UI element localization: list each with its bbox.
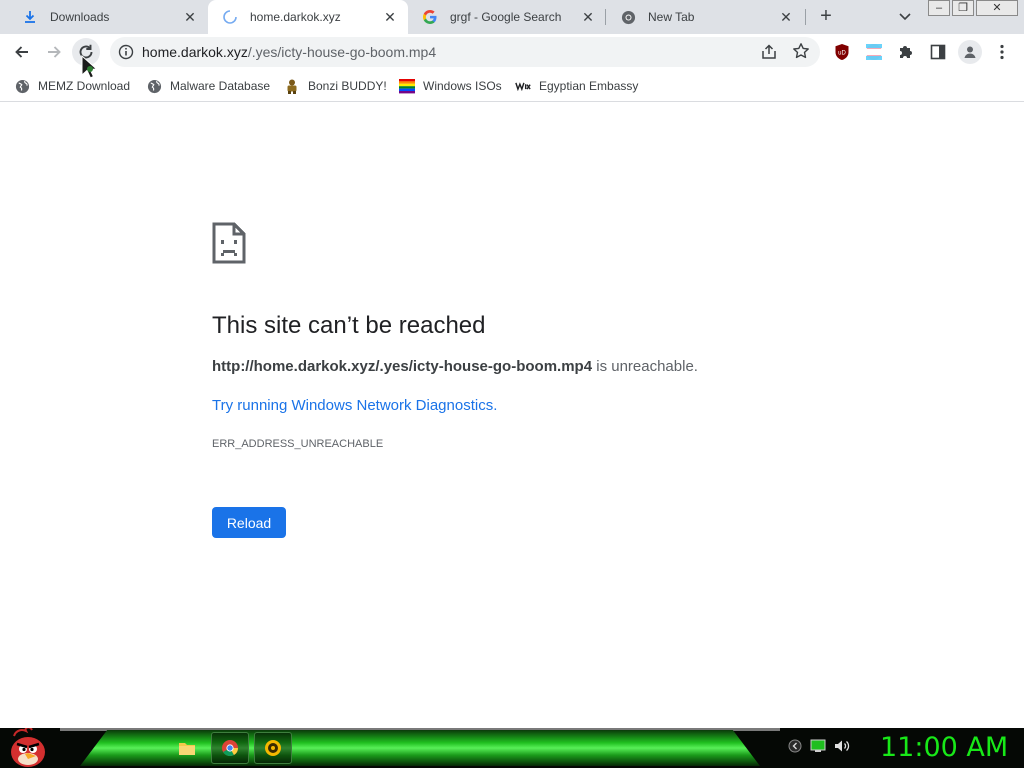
tab-downloads[interactable]: Downloads ✕ [8, 0, 208, 34]
bookmark-star-icon[interactable] [792, 42, 810, 60]
flag-extension-icon[interactable] [864, 42, 884, 62]
tab-close-icon[interactable]: ✕ [182, 9, 198, 25]
window-controls: – ❐ ✕ [928, 0, 1020, 17]
bonzi-icon [284, 78, 300, 94]
tab-title: New Tab [648, 10, 695, 24]
chrome-icon [620, 9, 636, 25]
taskbar-chrome[interactable] [211, 732, 249, 764]
tab-google-search[interactable]: grgf - Google Search ✕ [408, 0, 606, 34]
taskbar: 11:00 AM [0, 728, 1024, 768]
new-tab-button[interactable]: + [815, 6, 837, 28]
error-title: This site can’t be reached [212, 312, 486, 339]
volume-icon[interactable] [834, 739, 850, 758]
toolbar: home.darkok.xyz/.yes/icty-house-go-boom.… [0, 34, 1024, 70]
media-player-icon [265, 740, 281, 756]
error-detail: http://home.darkok.xyz/.yes/icty-house-g… [212, 358, 698, 375]
svg-text:uD: uD [838, 51, 846, 57]
puzzle-icon[interactable] [896, 42, 916, 62]
bookmark-malware-database[interactable]: Malware Database [146, 76, 270, 96]
network-icon[interactable] [810, 739, 826, 758]
minimize-button[interactable]: – [928, 0, 950, 16]
url-text[interactable]: home.darkok.xyz/.yes/icty-house-go-boom.… [142, 44, 436, 60]
tab-title: grgf - Google Search [450, 10, 562, 24]
tab-separator [805, 9, 806, 25]
url-path: /.yes/icty-house-go-boom.mp4 [247, 44, 437, 60]
start-button[interactable] [6, 728, 50, 768]
bookmark-label: Windows ISOs [423, 79, 502, 93]
tray-expand-icon[interactable] [788, 739, 802, 758]
tab-title: home.darkok.xyz [250, 10, 341, 24]
taskbar-file-explorer[interactable] [168, 732, 206, 764]
tab-search-chevron-icon[interactable] [896, 9, 914, 25]
download-icon [22, 9, 38, 25]
taskbar-clock[interactable]: 11:00 AM [880, 732, 1008, 763]
mouse-cursor-icon [80, 54, 104, 82]
error-suffix: is unreachable. [592, 358, 698, 375]
tab-close-icon[interactable]: ✕ [580, 9, 596, 25]
error-code: ERR_ADDRESS_UNREACHABLE [212, 438, 384, 450]
forward-button[interactable] [40, 38, 68, 66]
bookmark-egyptian-embassy[interactable]: Egyptian Embassy [515, 76, 638, 96]
tab-close-icon[interactable]: ✕ [382, 9, 398, 25]
side-panel-icon[interactable] [928, 42, 948, 62]
tab-home-darkok[interactable]: home.darkok.xyz ✕ [208, 0, 408, 34]
close-window-button[interactable]: ✕ [976, 0, 1018, 16]
wix-icon [515, 78, 531, 94]
google-icon [422, 9, 438, 25]
tab-title: Downloads [50, 10, 110, 24]
bookmarks-bar: MEMZ Download Malware Database Bonzi BUD… [0, 70, 1024, 102]
loading-spinner-icon [222, 9, 238, 25]
angry-bird-icon [11, 728, 45, 767]
tab-new-tab[interactable]: New Tab ✕ [606, 0, 804, 34]
file-explorer-icon [179, 743, 195, 755]
network-diagnostics-link[interactable]: Try running Windows Network Diagnostics. [212, 397, 497, 414]
address-bar[interactable]: home.darkok.xyz/.yes/icty-house-go-boom.… [110, 37, 820, 67]
reload-page-button[interactable]: Reload [212, 507, 286, 538]
bookmark-label: Bonzi BUDDY! [308, 79, 387, 93]
forward-arrow-icon [48, 46, 61, 58]
restore-button[interactable]: ❐ [952, 0, 974, 16]
bookmark-label: Malware Database [170, 79, 271, 93]
profile-icon[interactable] [958, 40, 982, 64]
bookmark-windows-isos[interactable]: Windows ISOs [399, 76, 502, 96]
info-icon[interactable] [118, 44, 134, 60]
globe-icon [14, 78, 30, 94]
bookmark-memz-download[interactable]: MEMZ Download [14, 76, 130, 96]
rainbow-flag-icon [399, 78, 415, 94]
error-page: This site can’t be reached http://home.d… [0, 102, 1024, 728]
error-url: http://home.darkok.xyz/.yes/icty-house-g… [212, 358, 593, 375]
chrome-icon [222, 740, 239, 757]
url-host: home.darkok.xyz [142, 44, 248, 60]
system-tray [788, 738, 850, 758]
taskbar-media-player[interactable] [254, 732, 292, 764]
bookmark-bonzi-buddy[interactable]: Bonzi BUDDY! [284, 76, 387, 96]
back-button[interactable] [8, 38, 36, 66]
kebab-menu-icon[interactable] [992, 42, 1012, 62]
tab-strip: Downloads ✕ home.darkok.xyz ✕ grgf - Goo… [0, 0, 1024, 34]
back-arrow-icon [15, 46, 28, 58]
tab-close-icon[interactable]: ✕ [778, 9, 794, 25]
ublock-icon[interactable]: uD [832, 42, 852, 62]
sad-page-icon [212, 222, 246, 264]
globe-icon [146, 78, 162, 94]
share-icon[interactable] [760, 43, 778, 61]
bookmark-label: Egyptian Embassy [539, 79, 639, 93]
